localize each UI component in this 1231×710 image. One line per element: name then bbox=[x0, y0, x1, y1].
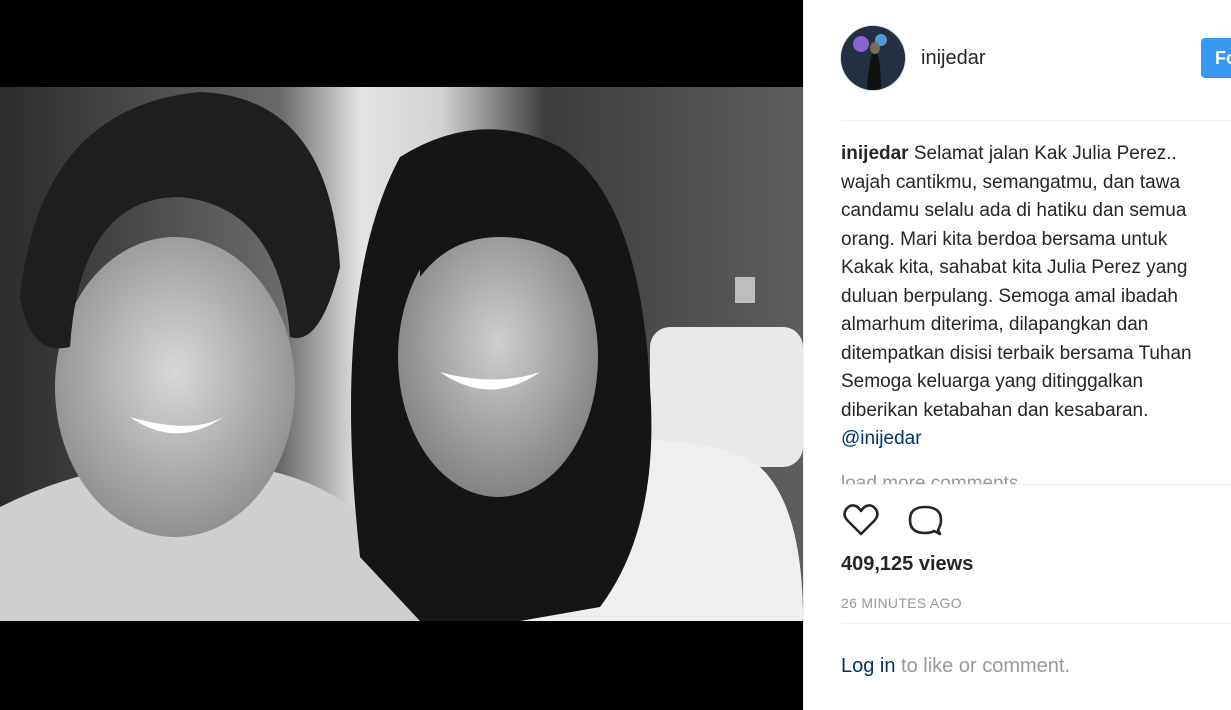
caption-text-5: duluan berpulang. Semoga amal ibadah bbox=[841, 285, 1178, 307]
views-label: views bbox=[918, 553, 974, 575]
post-details-panel: inijedar Follow inijedar Selamat jalan K… bbox=[803, 0, 1231, 710]
post-caption: inijedar Selamat jalan Kak Julia Perez..… bbox=[841, 140, 1231, 485]
caption-text-9: diberikan ketabahan dan kesabaran. bbox=[841, 399, 1149, 421]
post-media-panel bbox=[0, 0, 803, 710]
post-header: inijedar Follow bbox=[841, 26, 1231, 90]
views-number: 409,125 bbox=[841, 553, 914, 575]
caption-line-0: inijedar Selamat jalan Kak Julia Perez.. bbox=[841, 140, 1231, 169]
heart-icon[interactable] bbox=[841, 500, 881, 540]
instagram-post-page: inijedar Follow inijedar Selamat jalan K… bbox=[0, 0, 1231, 710]
caption-text-3: orang. Mari kita berdoa bersama untuk bbox=[841, 228, 1168, 250]
caption-mention[interactable]: @inijedar bbox=[841, 425, 1231, 454]
post-photo-image bbox=[0, 87, 803, 621]
login-link[interactable]: Log in bbox=[841, 655, 896, 677]
post-timestamp[interactable]: 26 MINUTES AGO bbox=[841, 595, 962, 611]
footer-divider bbox=[841, 623, 1231, 624]
login-prompt: Log in to like or comment. bbox=[841, 655, 1070, 678]
comments-divider bbox=[841, 484, 1231, 485]
caption-text-0: Selamat jalan Kak Julia Perez.. bbox=[913, 143, 1177, 164]
header-divider bbox=[841, 120, 1231, 121]
caption-text-4: Kakak kita, sahabat kita Julia Perez yan… bbox=[841, 257, 1188, 278]
comment-icon[interactable] bbox=[905, 500, 945, 540]
follow-button[interactable]: Follow bbox=[1201, 38, 1231, 78]
caption-text-2: candamu selalu ada di hatiku dan semua bbox=[841, 200, 1187, 221]
caption-text-6: almarhum diterima, dilapangkan dan bbox=[841, 314, 1149, 335]
caption-username[interactable]: inijedar bbox=[841, 143, 909, 164]
avatar-image bbox=[841, 26, 905, 90]
post-photo[interactable] bbox=[0, 87, 803, 621]
load-more-comments-link[interactable]: load more comments bbox=[841, 470, 1018, 484]
login-suffix: to like or comment. bbox=[895, 655, 1071, 677]
post-author-username[interactable]: inijedar bbox=[921, 47, 985, 70]
caption-text-7: ditempatkan disisi terbaik bersama Tuhan bbox=[841, 342, 1192, 364]
views-count: 409,125 views bbox=[841, 553, 973, 576]
avatar[interactable] bbox=[841, 26, 905, 90]
caption-text-8: Semoga keluarga yang ditinggalkan bbox=[841, 371, 1144, 392]
caption-text-1: wajah cantikmu, semangatmu, dan tawa bbox=[841, 171, 1181, 193]
